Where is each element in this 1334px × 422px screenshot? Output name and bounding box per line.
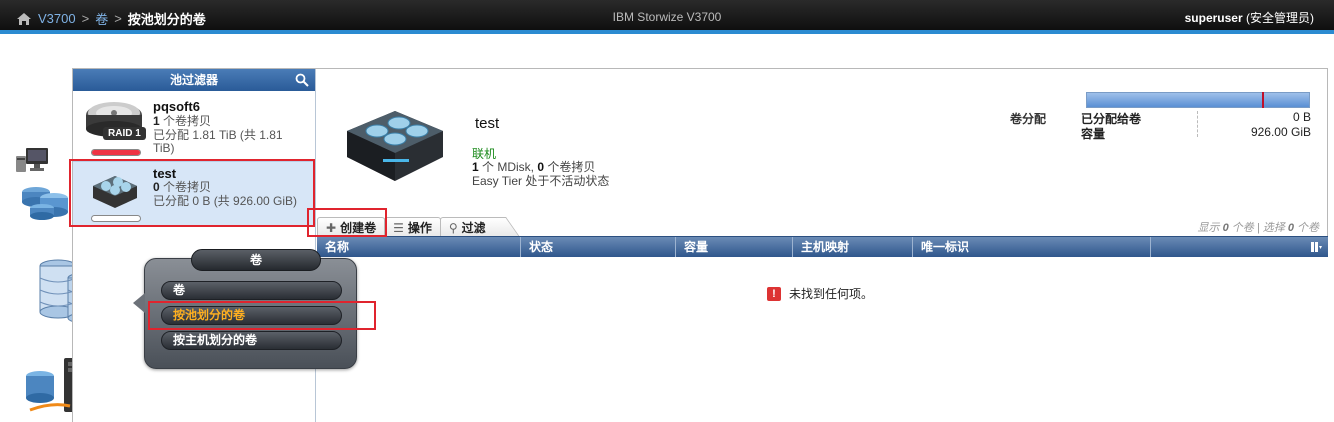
- column-capacity[interactable]: 容量: [676, 237, 793, 258]
- pool-allocation-prefix: 已分配: [153, 194, 193, 208]
- easy-tier-status: Easy Tier 处于不活动状态: [472, 174, 610, 188]
- create-volume-label: 创建卷: [340, 221, 377, 235]
- pool-copies-label: 个卷拷贝: [159, 114, 212, 128]
- top-bar: V3700 > 卷 > 按池划分的卷 IBM Storwize V3700 su…: [0, 0, 1334, 34]
- showing-prefix: 显示: [1197, 222, 1223, 234]
- pool-copies: 1 个卷拷贝: [153, 115, 303, 128]
- pool-copies-label: 个卷拷贝: [159, 180, 212, 194]
- actions-button[interactable]: ☰ 操作: [384, 217, 441, 237]
- popup-title: 卷: [191, 249, 321, 271]
- capacity-label: 容量: [1081, 127, 1106, 141]
- breadcrumb: V3700 > 卷 > 按池划分的卷: [16, 9, 206, 28]
- storage-pool-icon: [93, 176, 137, 208]
- empty-state: ! 未找到任何项。: [767, 285, 873, 302]
- popup-pointer: [133, 293, 145, 313]
- column-status[interactable]: 状态: [521, 237, 676, 258]
- pool-allocation-prefix: 已分配: [153, 128, 193, 142]
- list-icon: ☰: [393, 220, 404, 235]
- breadcrumb-separator: >: [114, 11, 122, 26]
- showing-mid: 个卷 | 选择: [1228, 222, 1288, 234]
- left-navigation: [0, 38, 119, 422]
- pool-item-pqsoft6[interactable]: RAID 1 pqsoft6 1 个卷拷贝 已分配 1.81 TiB (共 1.…: [73, 93, 315, 159]
- user-info[interactable]: superuser (安全管理员): [1185, 9, 1314, 26]
- create-volume-button[interactable]: ✚ 创建卷: [317, 217, 386, 237]
- pool-name: test: [153, 166, 177, 181]
- column-uid[interactable]: 唯一标识: [913, 237, 1151, 258]
- pool-item-test[interactable]: test 0 个卷拷贝 已分配 0 B (共 926.00 GiB): [73, 161, 315, 227]
- pool-allocation: 已分配 1.81 TiB (共 1.81 TiB): [153, 129, 303, 155]
- pool-copies: 0 个卷拷贝: [153, 181, 303, 194]
- error-icon: !: [767, 286, 781, 301]
- actions-label: 操作: [407, 221, 432, 235]
- empty-message: 未找到任何项。: [789, 287, 874, 301]
- user-name: superuser: [1184, 11, 1243, 25]
- showing-suffix: 个卷: [1293, 222, 1319, 234]
- pool-copies-count: 1: [153, 114, 160, 128]
- search-icon[interactable]: [295, 73, 309, 87]
- breadcrumb-current: 按池划分的卷: [127, 12, 206, 27]
- pool-detail-icon: [347, 111, 443, 181]
- menu-item-volumes[interactable]: 卷: [161, 281, 342, 300]
- plus-icon: ✚: [326, 220, 337, 235]
- column-host-mappings[interactable]: 主机映射: [793, 237, 913, 258]
- volume-allocation-bar: [1086, 92, 1310, 108]
- monitoring-icon[interactable]: [14, 146, 50, 174]
- user-role: (安全管理员): [1246, 11, 1314, 25]
- column-picker-icon[interactable]: [1310, 241, 1322, 253]
- menu-item-volumes-by-pool[interactable]: 按池划分的卷: [161, 306, 342, 325]
- filter-label: 过滤: [461, 221, 486, 235]
- pool-copies-count: 0: [153, 180, 160, 194]
- pool-filter-panel: 池过滤器 RAID 1 pqsoft6 1 个卷拷贝 已分配 1.81 TiB …: [73, 69, 316, 422]
- menu-item-volumes-by-host[interactable]: 按主机划分的卷: [161, 331, 342, 350]
- pool-filter-header: 池过滤器: [73, 69, 315, 91]
- breadcrumb-volumes[interactable]: 卷: [95, 9, 108, 28]
- allocated-value: 0 B: [1292, 110, 1311, 124]
- pool-allocation: 已分配 0 B (共 926.00 GiB): [153, 195, 303, 208]
- pool-filter-title: 池过滤器: [169, 73, 218, 87]
- pool-name: pqsoft6: [153, 99, 200, 114]
- home-icon[interactable]: [16, 12, 32, 26]
- pool-usage-fill: [92, 150, 140, 155]
- column-name[interactable]: 名称: [317, 237, 521, 258]
- breadcrumb-separator: >: [81, 11, 90, 26]
- capacity-value: 926.00 GiB: [1250, 125, 1311, 139]
- magnifier-icon: ⚲: [448, 220, 458, 235]
- pools-icon[interactable]: [20, 178, 70, 224]
- selection-summary: 显示 0 个卷 | 选择 0 个卷: [1198, 219, 1319, 235]
- allocation-divider: [1197, 111, 1198, 137]
- pool-detail-name: test: [475, 115, 500, 132]
- pool-usage-bar: [91, 215, 141, 222]
- allocation-marker: [1262, 92, 1265, 108]
- pool-usage-bar: [91, 149, 141, 156]
- volume-allocation-title: 卷分配: [1010, 112, 1047, 126]
- raid-badge: RAID 1: [103, 127, 146, 140]
- pool-allocation-text: 0 B (共 926.00 GiB): [192, 194, 298, 208]
- volume-table-body: ! 未找到任何项。: [317, 257, 1328, 422]
- volume-toolbar: ✚ 创建卷 ☰ 操作 ⚲ 过滤: [317, 215, 520, 237]
- volumes-popup-menu: 卷 卷 按池划分的卷 按主机划分的卷: [133, 249, 357, 369]
- breadcrumb-v3700[interactable]: V3700: [38, 11, 76, 26]
- column-options: [1151, 237, 1328, 258]
- volume-table-header: 名称 状态 容量 主机映射 唯一标识: [317, 236, 1328, 258]
